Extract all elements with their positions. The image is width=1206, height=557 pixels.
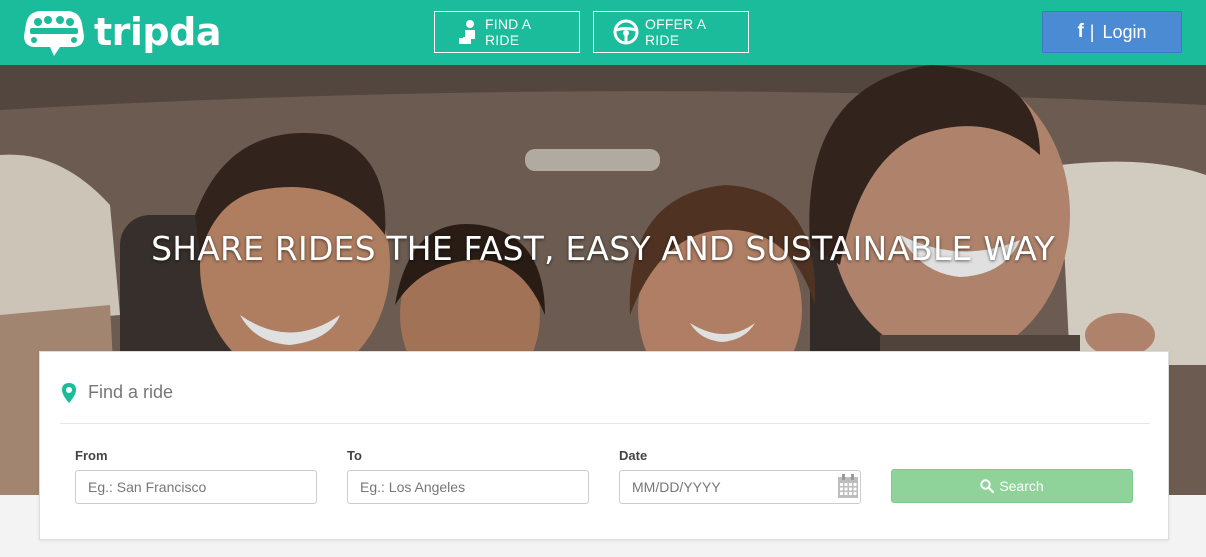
from-input[interactable] [75, 470, 317, 504]
hero-title: SHARE RIDES THE FAST, EASY AND SUSTAINAB… [151, 229, 1055, 268]
from-label: From [75, 448, 108, 463]
facebook-login-button[interactable]: f | Login [1042, 11, 1182, 53]
tripda-logo[interactable]: tripda [20, 5, 221, 59]
to-label: To [347, 448, 362, 463]
search-panel-header: Find a ride [61, 382, 173, 403]
date-input[interactable] [619, 470, 861, 504]
divider [60, 423, 1150, 424]
search-panel: Find a ride From To Date Search [39, 351, 1169, 540]
search-icon [980, 479, 995, 493]
map-pin-icon [61, 382, 77, 403]
logo-text: tripda [94, 10, 221, 54]
login-label: Login [1102, 21, 1147, 42]
calendar-icon[interactable] [837, 473, 859, 504]
facebook-icon: f [1077, 21, 1084, 42]
find-a-ride-label: FIND A RIDE [485, 16, 531, 48]
top-header: tripda FIND A RIDE OFFER A RIDE f | Logi… [0, 0, 1206, 65]
search-button-label: Search [999, 478, 1044, 494]
steering-wheel-icon [613, 19, 639, 45]
find-a-ride-button[interactable]: FIND A RIDE [434, 11, 580, 53]
date-label: Date [619, 448, 648, 463]
search-panel-title: Find a ride [88, 382, 174, 402]
offer-a-ride-label: OFFER A RIDE [645, 16, 706, 48]
offer-a-ride-button[interactable]: OFFER A RIDE [593, 11, 749, 53]
login-separator: | [1089, 21, 1095, 42]
search-button[interactable]: Search [891, 469, 1133, 503]
passenger-icon [457, 19, 479, 45]
logo-car-icon [24, 11, 84, 56]
to-input[interactable] [347, 470, 589, 504]
